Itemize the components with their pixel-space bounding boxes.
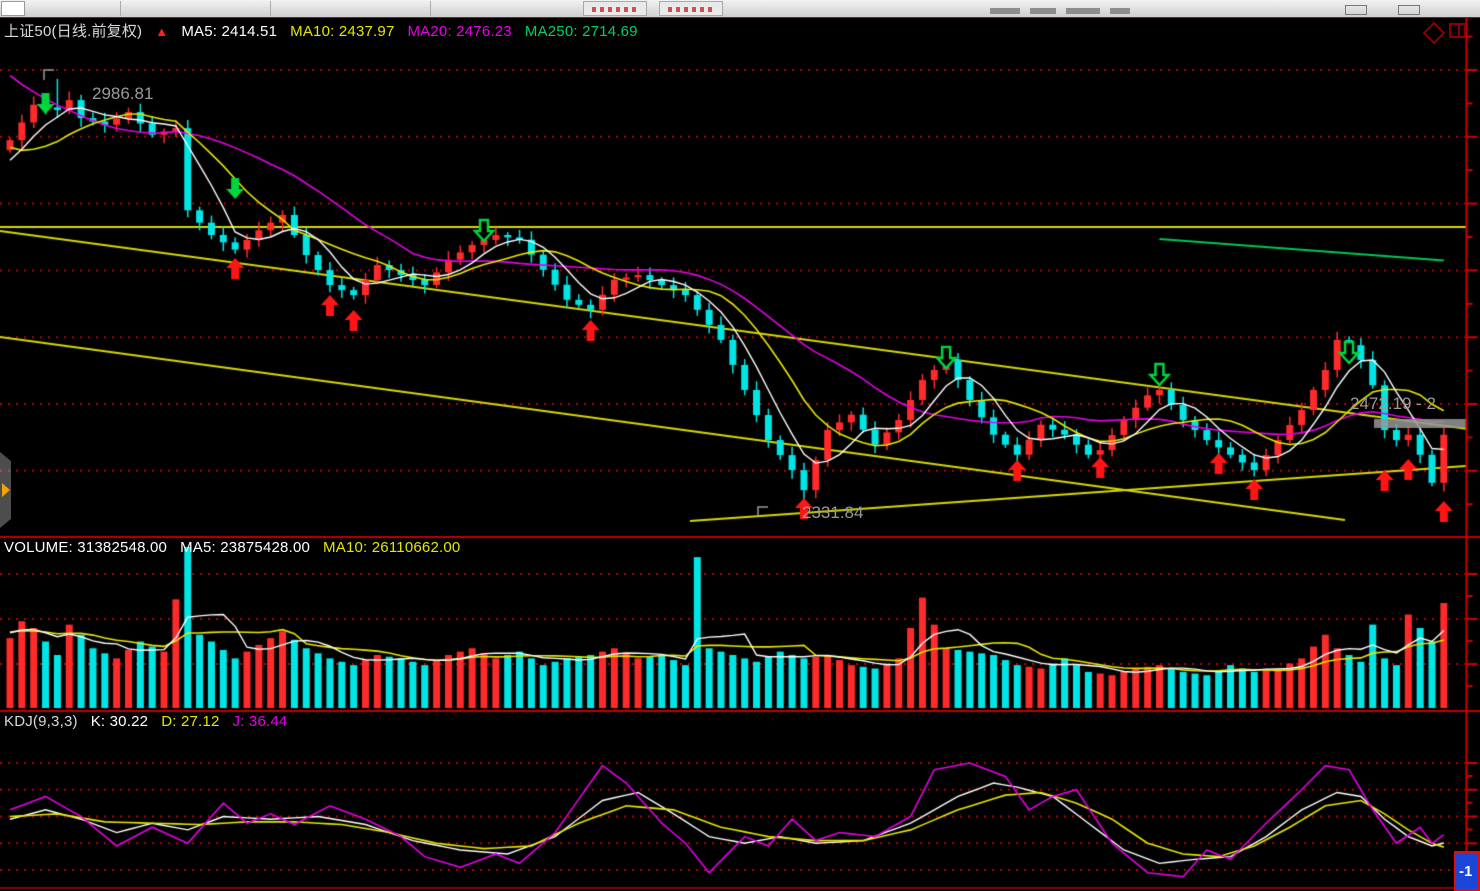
- ma250-value: MA250: 2714.69: [525, 23, 638, 40]
- toolbar-separator: [120, 1, 121, 16]
- window-layout-icon[interactable]: [1449, 23, 1466, 38]
- toolbar-icon-stub[interactable]: [1110, 8, 1130, 14]
- toolbar-button-1[interactable]: [583, 1, 647, 16]
- volume-value: VOLUME: 31382548.00: [4, 539, 167, 556]
- kdj-params: KDJ(9,3,3): [4, 713, 78, 730]
- chart-title: 上证50(日线.前复权): [4, 23, 142, 40]
- toolbar-icon-box[interactable]: [1345, 5, 1367, 15]
- pane-controls: [1426, 23, 1466, 41]
- volume-ma10-value: MA10: 26110662.00: [323, 539, 460, 556]
- toolbar-icon-stub[interactable]: [990, 8, 1020, 14]
- toolbar-icon-stub[interactable]: [1030, 8, 1056, 14]
- main-pane-legend: 上证50(日线.前复权) ▲ MA5: 2414.51 MA10: 2437.97 MA…: [4, 20, 651, 41]
- toolbar-button-2-text-stub: [668, 7, 714, 12]
- kdj-j-value: J: 36.44: [233, 713, 288, 730]
- expand-arrow-icon: [2, 483, 10, 497]
- trading-app-window: 上证50(日线.前复权) ▲ MA5: 2414.51 MA10: 2437.97 MA…: [0, 0, 1480, 891]
- floating-tag: -1: [1454, 851, 1480, 891]
- volume-pane-legend: VOLUME: 31382548.00 MA5: 23875428.00 MA10:…: [4, 539, 473, 556]
- kdj-d-value: D: 27.12: [161, 713, 219, 730]
- floating-tag-text: -1: [1459, 863, 1472, 880]
- diamond-icon[interactable]: [1423, 22, 1446, 45]
- toolbar-separator: [270, 1, 271, 16]
- toolbar-left-box[interactable]: [1, 1, 25, 16]
- volume-ma5-value: MA5: 23875428.00: [180, 539, 310, 556]
- top-toolbar: [0, 0, 1480, 18]
- toolbar-separator: [430, 1, 431, 16]
- ma20-value: MA20: 2476.23: [407, 23, 511, 40]
- toolbar-icon-box[interactable]: [1398, 5, 1420, 15]
- toolbar-button-1-text-stub: [592, 7, 638, 12]
- up-arrow-icon: ▲: [155, 24, 168, 39]
- kdj-k-value: K: 30.22: [91, 713, 148, 730]
- sidebar-expand-handle[interactable]: [0, 452, 11, 528]
- toolbar-icon-stub[interactable]: [1066, 8, 1100, 14]
- kdj-pane-legend: KDJ(9,3,3) K: 30.22 D: 27.12 J: 36.44: [4, 713, 300, 730]
- toolbar-button-2[interactable]: [659, 1, 723, 16]
- chart-canvas[interactable]: [0, 17, 1480, 891]
- ma5-value: MA5: 2414.51: [181, 23, 277, 40]
- ma10-value: MA10: 2437.97: [290, 23, 394, 40]
